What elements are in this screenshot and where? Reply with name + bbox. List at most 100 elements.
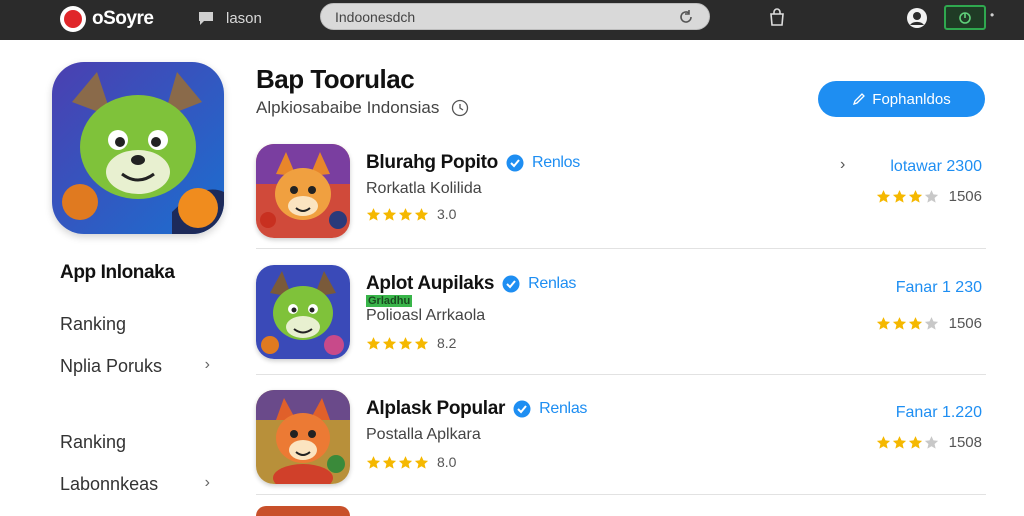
primary-action-button[interactable]: Fophanldos [818, 81, 985, 117]
app-icon [256, 144, 350, 238]
app-name: Aplot Aupilaks [366, 273, 495, 294]
power-button[interactable] [944, 5, 986, 30]
app-meta: Fanar 1 230 [895, 279, 982, 296]
app-category: Rorkatla Kolilida [366, 180, 482, 197]
page-title: Bap Toorulac [256, 64, 415, 94]
app-rating: 8.0 [366, 454, 456, 470]
star-empty-icon [924, 190, 938, 203]
divider [256, 494, 986, 495]
sidebar-item-categories[interactable]: Labonnkeas › [60, 474, 210, 495]
star-filled-icon [414, 336, 429, 350]
primary-action-label: Fophanldos [872, 90, 951, 108]
score-stars [876, 435, 939, 450]
refresh-icon[interactable] [677, 8, 695, 26]
app-icon [256, 265, 350, 359]
score-stars [876, 189, 939, 204]
sidebar-item-label: Nplia Poruks [60, 356, 163, 376]
featured-app-artwork [52, 62, 224, 234]
chevron-right-icon: › [204, 356, 210, 373]
score-value: 1508 [948, 434, 982, 451]
star-filled-icon [398, 455, 413, 469]
app-meta: Fanar 1.220 [895, 404, 982, 421]
app-rating: 3.0 [366, 206, 456, 222]
star-empty-icon [924, 436, 938, 449]
star-filled-icon [414, 207, 429, 221]
page-subtitle-text: Alpkiosabaibe Indonsias [256, 98, 440, 117]
nav-link-label: lason [226, 9, 262, 27]
app-title[interactable]: Alplask Popular Renlas [366, 398, 587, 420]
star-filled-icon [908, 190, 922, 203]
star-filled-icon [366, 336, 381, 350]
app-icon-artwork [256, 265, 350, 359]
app-icon-artwork [256, 144, 350, 238]
chat-icon [199, 12, 213, 25]
app-icon-partial[interactable] [256, 506, 350, 516]
shopping-bag-icon[interactable] [766, 6, 788, 28]
sidebar-item-ranking-2[interactable]: Ranking [60, 432, 210, 453]
star-rating [366, 336, 429, 351]
list-item[interactable]: Blurahg Popito Renlos Rorkatla Kolilida … [256, 144, 986, 264]
star-filled-icon [908, 436, 922, 449]
sidebar-item-ranking[interactable]: Ranking [60, 314, 210, 335]
star-filled-icon [414, 455, 429, 469]
app-score: 1506 [876, 315, 982, 332]
star-filled-icon [876, 190, 890, 203]
list-item[interactable]: Alplask Popular Renlas Postalla Aplkara … [256, 390, 986, 510]
app-category: Polioasl Arrkaola [366, 307, 486, 324]
score-stars [876, 316, 939, 331]
divider [256, 374, 986, 375]
list-item[interactable]: Aplot Aupilaks Renlas Grladhu Polioasl A… [256, 265, 986, 385]
star-filled-icon [876, 317, 890, 330]
app-icon [256, 390, 350, 484]
app-meta: lotawar 2300 [890, 158, 982, 175]
star-filled-icon [382, 336, 397, 350]
edit-icon [853, 93, 866, 106]
app-title[interactable]: Blurahg Popito Renlos [366, 152, 580, 174]
sidebar-title: App Inlonaka [60, 262, 175, 283]
rating-value: 8.0 [437, 454, 457, 470]
sidebar-item-popular[interactable]: Nplia Poruks › [60, 356, 210, 377]
logo-text: oSoyre [92, 8, 154, 29]
divider [256, 248, 986, 249]
more-menu-icon[interactable]: • [990, 8, 994, 22]
star-filled-icon [892, 436, 906, 449]
star-filled-icon [892, 317, 906, 330]
app-badge: Grladhu [366, 295, 413, 307]
top-bar: oSoyre lason • [0, 0, 1024, 40]
star-filled-icon [398, 207, 413, 221]
star-filled-icon [382, 207, 397, 221]
app-name: Blurahg Popito [366, 152, 498, 173]
app-score: 1508 [876, 434, 982, 451]
app-tag: Renlas [539, 400, 588, 417]
nav-link[interactable]: lason [196, 8, 262, 28]
star-filled-icon [398, 336, 413, 350]
app-title[interactable]: Aplot Aupilaks Renlas [366, 273, 576, 295]
app-rating: 8.2 [366, 335, 456, 351]
app-icon-artwork [256, 390, 350, 484]
sidebar-item-label: Ranking [60, 432, 127, 452]
verified-icon [502, 275, 520, 293]
featured-app-icon[interactable] [52, 62, 224, 234]
search-bar[interactable] [320, 3, 710, 30]
page-subtitle: Alpkiosabaibe Indonsias [256, 98, 469, 118]
score-value: 1506 [948, 315, 982, 332]
star-rating [366, 455, 429, 470]
logo[interactable]: oSoyre [60, 6, 154, 32]
verified-icon [506, 154, 524, 172]
star-rating [366, 207, 429, 222]
star-filled-icon [366, 455, 381, 469]
app-category: Postalla Aplkara [366, 426, 481, 443]
app-name: Alplask Popular [366, 398, 506, 419]
account-icon[interactable] [904, 5, 930, 31]
score-value: 1506 [948, 188, 982, 205]
clock-icon[interactable] [451, 99, 469, 117]
app-tag: Renlas [528, 275, 577, 292]
app-tag: Renlos [531, 154, 580, 171]
sidebar-item-label: Ranking [60, 314, 127, 334]
chevron-right-icon[interactable]: › [840, 156, 845, 174]
app-score: 1506 [876, 188, 982, 205]
verified-icon [513, 400, 531, 418]
search-input[interactable] [335, 8, 677, 25]
chevron-right-icon: › [204, 474, 210, 491]
sidebar-item-label: Labonnkeas [60, 474, 159, 494]
